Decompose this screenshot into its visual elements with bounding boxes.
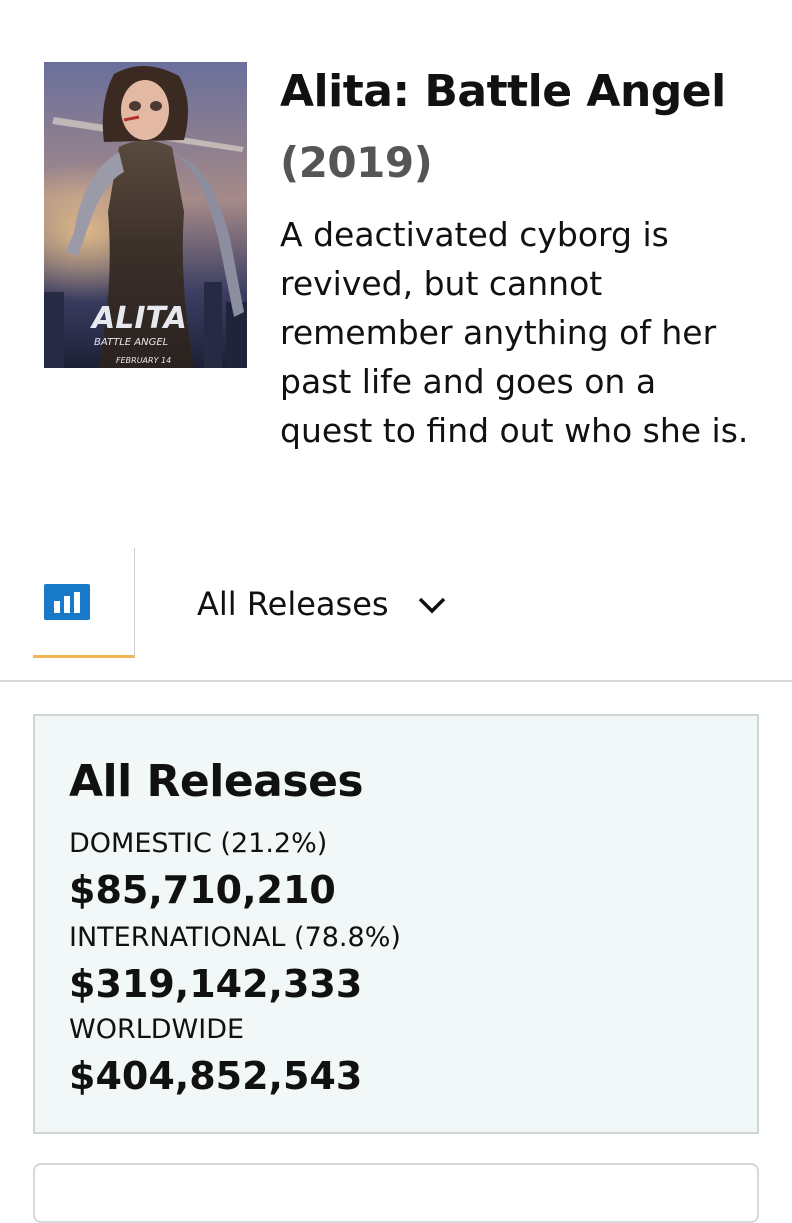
box-office-summary: All Releases DOMESTIC (21.2%) $85,710,21… xyxy=(33,714,759,1134)
poster-logo: ALITA xyxy=(90,301,187,336)
chart-view-tab[interactable] xyxy=(33,548,135,658)
movie-title: Alita: Battle Angel xyxy=(280,66,726,117)
chevron-down-icon xyxy=(417,585,447,623)
worldwide-label: WORLDWIDE xyxy=(69,1014,245,1045)
summary-title: All Releases xyxy=(69,756,364,807)
release-filter-dropdown[interactable]: All Releases xyxy=(197,584,447,624)
movie-poster[interactable]: ALITA BATTLE ANGEL FEBRUARY 14 xyxy=(44,62,247,368)
domestic-gross: $85,710,210 xyxy=(69,868,336,912)
poster-subtitle: BATTLE ANGEL xyxy=(94,337,168,348)
poster-date: FEBRUARY 14 xyxy=(116,356,171,365)
movie-year: (2019) xyxy=(280,138,433,187)
poster-image: ALITA BATTLE ANGEL FEBRUARY 14 xyxy=(44,62,247,368)
worldwide-gross: $404,852,543 xyxy=(69,1054,363,1098)
release-tab-bar: All Releases xyxy=(0,548,792,682)
international-label: INTERNATIONAL (78.8%) xyxy=(69,922,401,953)
bar-chart-icon xyxy=(44,584,90,620)
domestic-label: DOMESTIC (21.2%) xyxy=(69,828,328,859)
movie-plot: A deactivated cyborg is revived, but can… xyxy=(280,215,749,450)
release-filter-label: All Releases xyxy=(197,585,389,623)
international-gross: $319,142,333 xyxy=(69,962,363,1006)
next-section-card xyxy=(33,1163,759,1223)
